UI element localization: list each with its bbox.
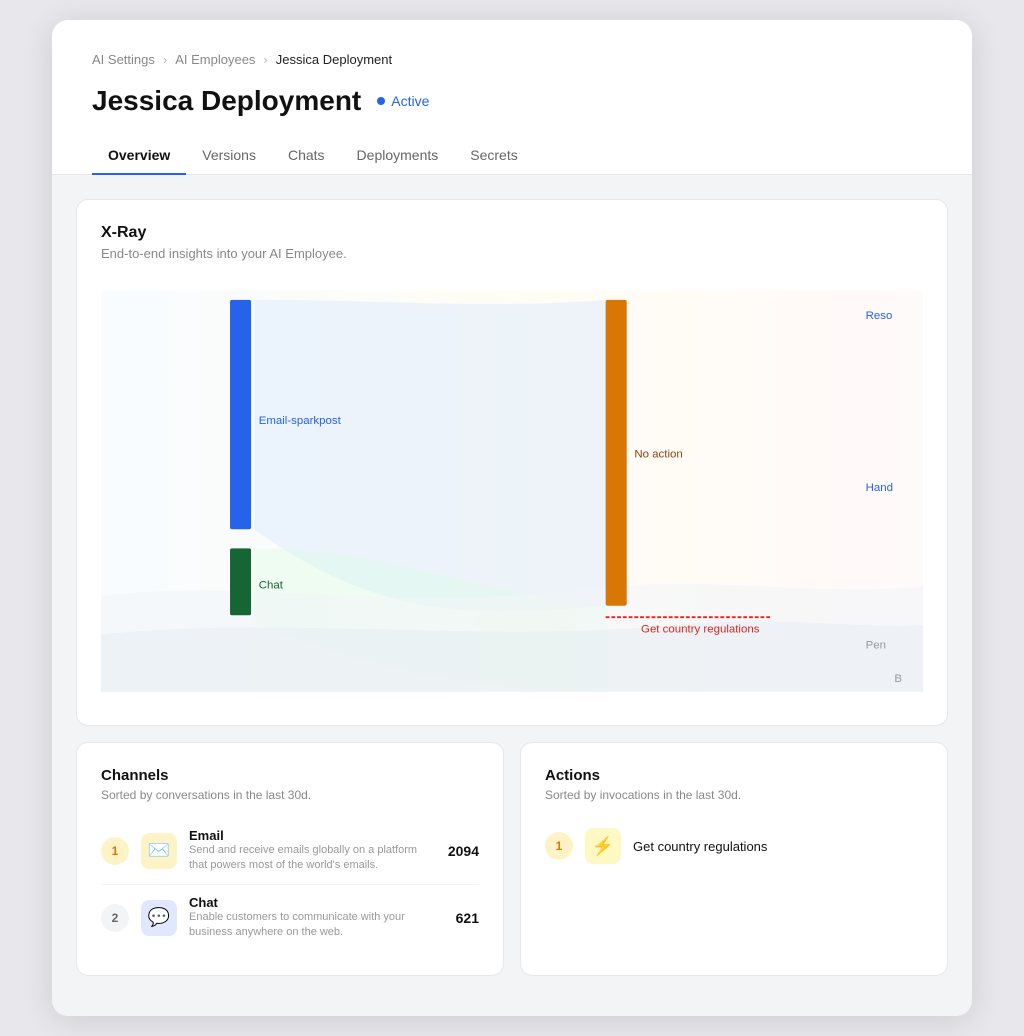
status-badge: Active [377, 93, 429, 109]
channel-desc-email: Send and receive emails globally on a pl… [189, 843, 436, 874]
xray-subtitle: End-to-end insights into your AI Employe… [101, 246, 923, 261]
channel-rank-2: 2 [101, 904, 129, 932]
status-label: Active [391, 93, 429, 109]
action-item-1: 1 ⚡ Get country regulations [545, 818, 923, 874]
channel-icon-email: ✉️ [141, 833, 177, 869]
action-icon-1: ⚡ [585, 828, 621, 864]
channels-title: Channels [101, 767, 479, 784]
channel-rank-1: 1 [101, 837, 129, 865]
bottom-row: Channels Sorted by conversations in the … [76, 742, 948, 992]
content-area: X-Ray End-to-end insights into your AI E… [52, 175, 972, 1016]
main-window: AI Settings › AI Employees › Jessica Dep… [52, 20, 972, 1016]
channel-count-chat: 621 [456, 910, 479, 926]
page-title: Jessica Deployment [92, 85, 361, 117]
xray-svg: Email-sparkpost Chat No action Reso Hand… [101, 281, 923, 701]
svg-text:Get country regulations: Get country regulations [641, 623, 760, 635]
svg-text:Pen: Pen [866, 640, 886, 652]
action-name-1: Get country regulations [633, 839, 767, 854]
tab-versions[interactable]: Versions [186, 137, 272, 175]
channel-icon-chat: 💬 [141, 900, 177, 936]
xray-chart: Email-sparkpost Chat No action Reso Hand… [101, 281, 923, 701]
page-header: Jessica Deployment Active [52, 85, 972, 117]
breadcrumb: AI Settings › AI Employees › Jessica Dep… [52, 52, 972, 67]
channel-info-chat: Chat Enable customers to communicate wit… [189, 895, 444, 941]
tab-deployments[interactable]: Deployments [341, 137, 455, 175]
breadcrumb-sep-2: › [263, 52, 267, 67]
svg-text:Hand: Hand [866, 482, 893, 494]
svg-text:Email-sparkpost: Email-sparkpost [259, 415, 342, 427]
tabs-bar: Overview Versions Chats Deployments Secr… [52, 137, 972, 175]
xray-title: X-Ray [101, 224, 923, 242]
breadcrumb-ai-employees[interactable]: AI Employees [175, 52, 255, 67]
actions-card: Actions Sorted by invocations in the las… [520, 742, 948, 976]
svg-text:Reso: Reso [866, 310, 893, 322]
channel-name-email: Email [189, 828, 436, 843]
channels-card: Channels Sorted by conversations in the … [76, 742, 504, 976]
channel-item-email: 1 ✉️ Email Send and receive emails globa… [101, 818, 479, 885]
xray-card: X-Ray End-to-end insights into your AI E… [76, 199, 948, 726]
tab-secrets[interactable]: Secrets [454, 137, 533, 175]
breadcrumb-current: Jessica Deployment [276, 52, 392, 67]
channel-count-email: 2094 [448, 843, 479, 859]
channel-info-email: Email Send and receive emails globally o… [189, 828, 436, 874]
status-dot [377, 97, 385, 105]
channel-item-chat: 2 💬 Chat Enable customers to communicate… [101, 885, 479, 951]
breadcrumb-sep-1: › [163, 52, 167, 67]
channel-name-chat: Chat [189, 895, 444, 910]
svg-text:B: B [894, 673, 902, 685]
actions-title: Actions [545, 767, 923, 784]
tab-chats[interactable]: Chats [272, 137, 341, 175]
tab-overview[interactable]: Overview [92, 137, 186, 175]
actions-subtitle: Sorted by invocations in the last 30d. [545, 788, 923, 802]
channel-desc-chat: Enable customers to communicate with you… [189, 910, 444, 941]
svg-text:Chat: Chat [259, 579, 284, 591]
svg-text:No action: No action [634, 449, 682, 461]
channels-subtitle: Sorted by conversations in the last 30d. [101, 788, 479, 802]
breadcrumb-ai-settings[interactable]: AI Settings [92, 52, 155, 67]
action-rank-1: 1 [545, 832, 573, 860]
